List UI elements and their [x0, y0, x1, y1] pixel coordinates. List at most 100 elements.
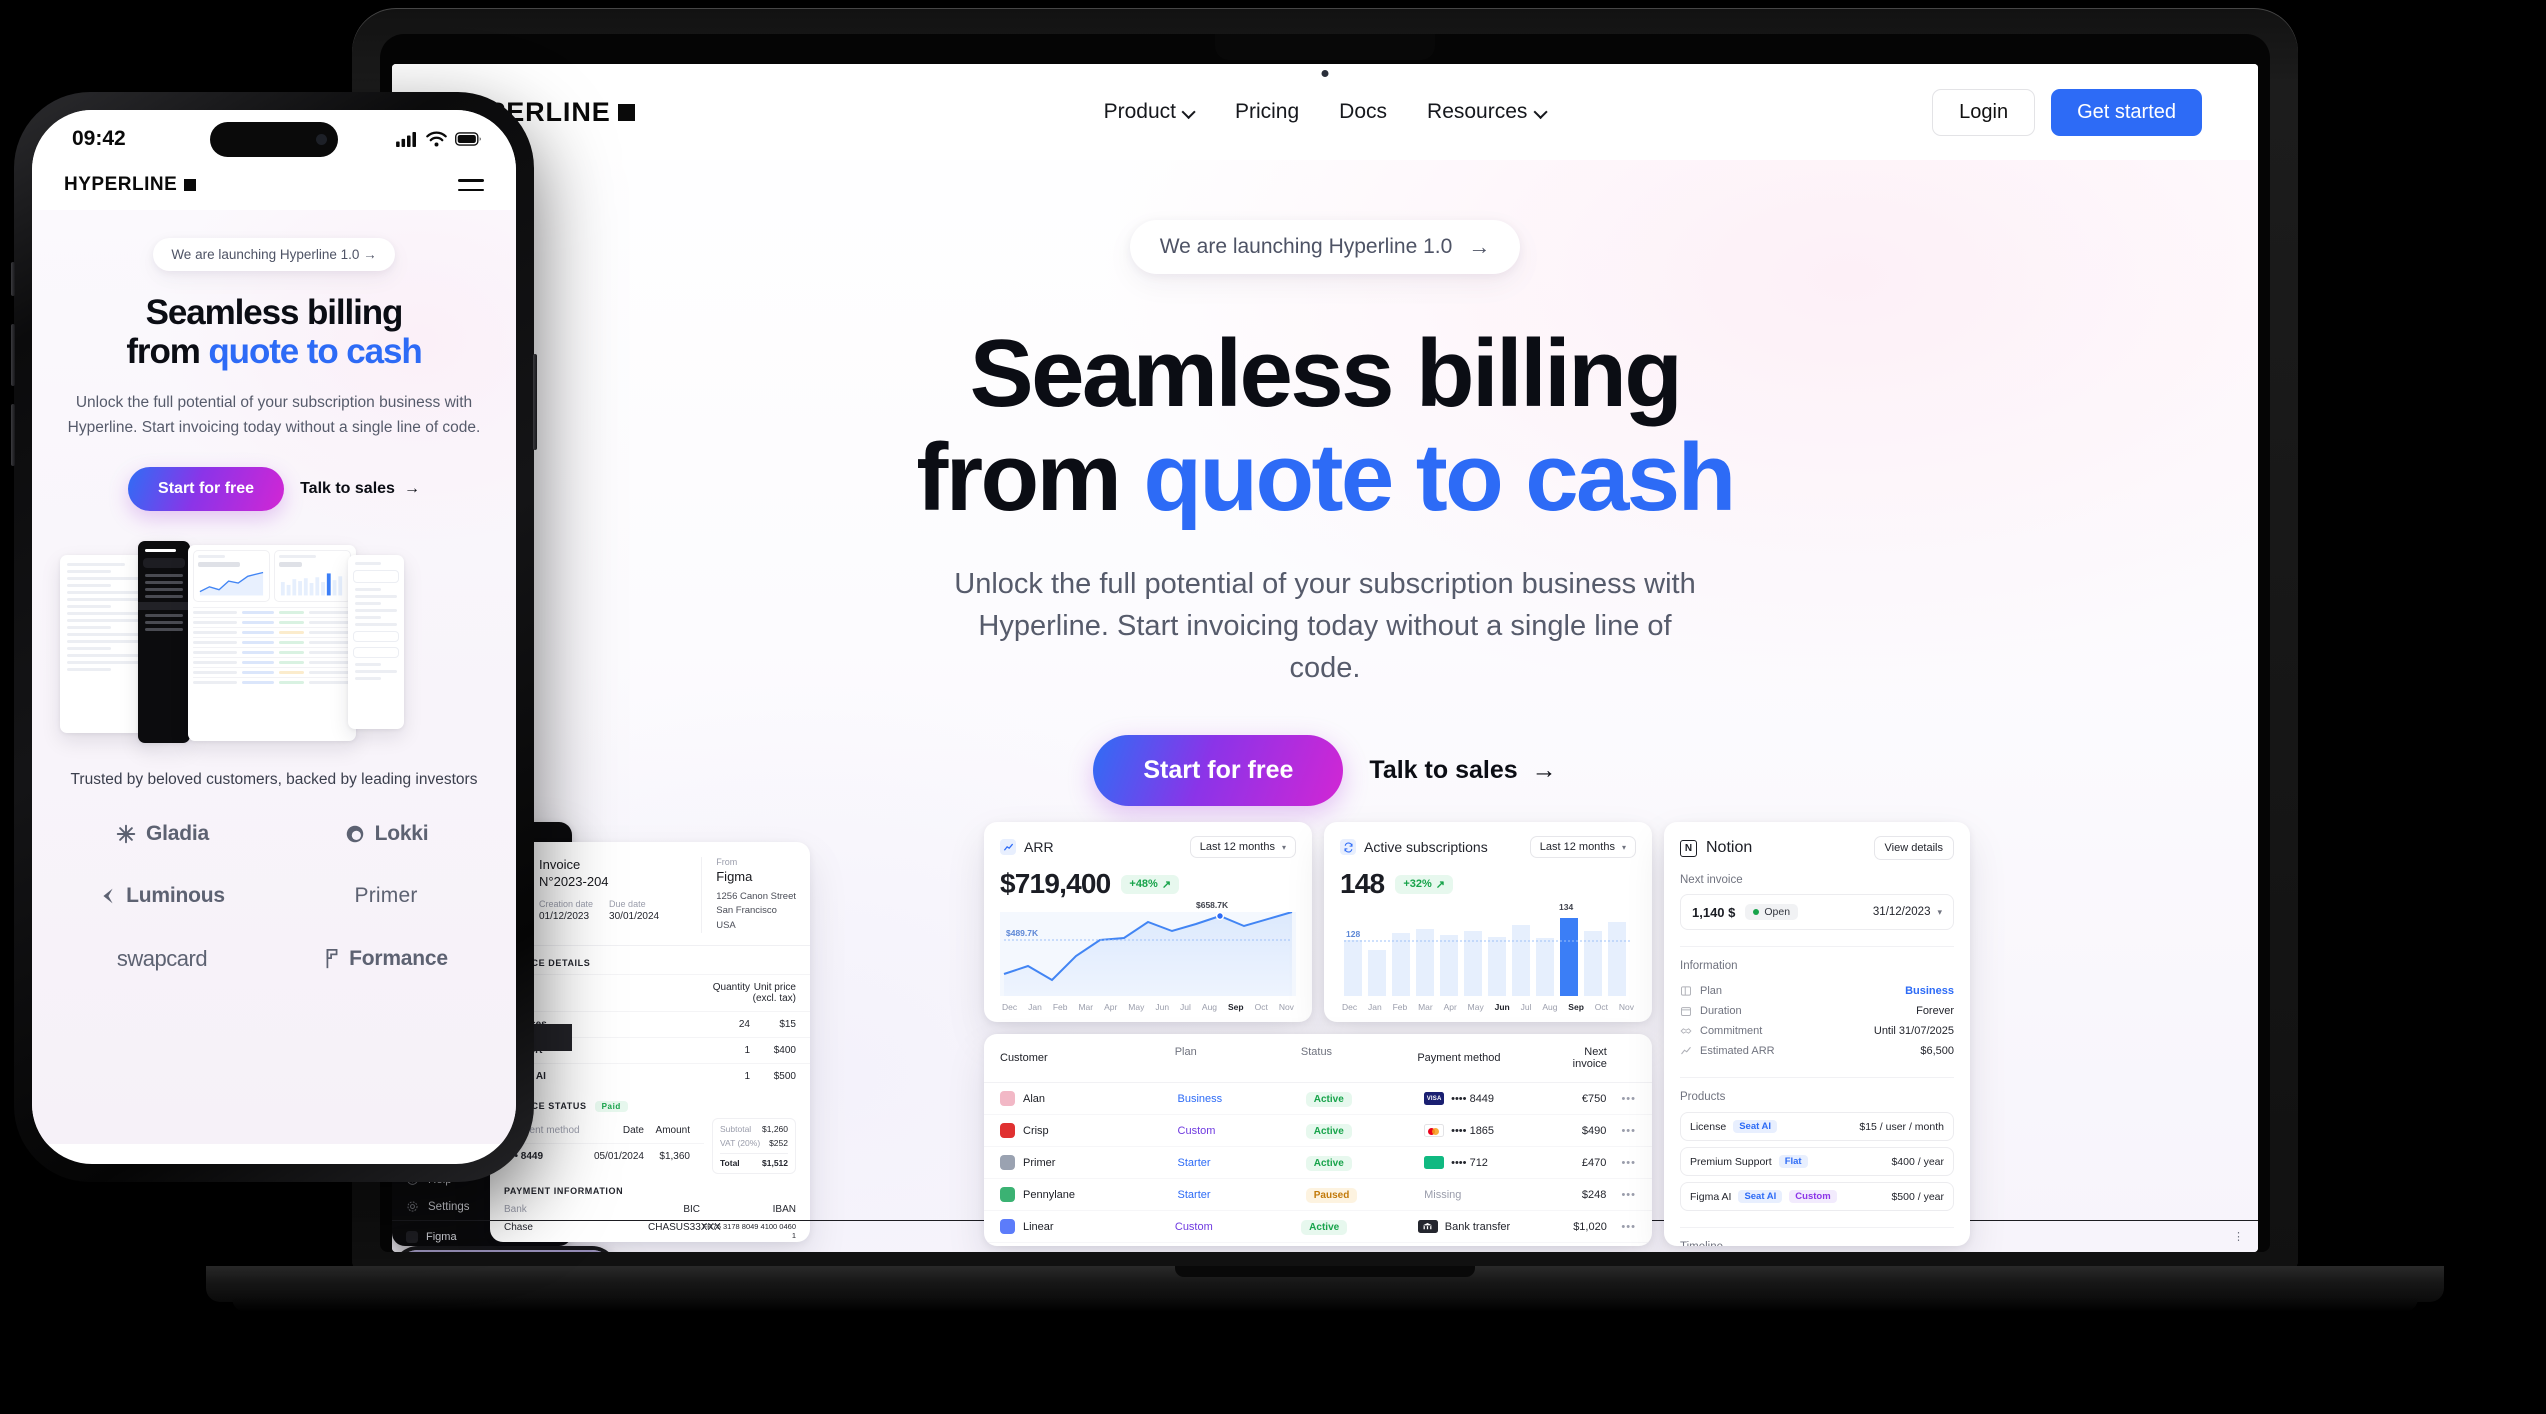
item-price: $500 — [773, 1070, 796, 1082]
talk-to-sales-button[interactable]: Talk to sales → — [1369, 756, 1556, 785]
axis-tick-bold: Jun — [1494, 1002, 1510, 1012]
arrow-right-icon: → — [1531, 756, 1557, 785]
sidebar-item-settings[interactable]: Settings — [392, 1193, 2258, 1220]
visa-icon: VISA — [1424, 1092, 1445, 1105]
login-button[interactable]: Login — [1932, 88, 2036, 136]
iphone-status-bar: 09:42 — [32, 110, 516, 168]
from-name: Figma — [716, 869, 753, 884]
nav-item-resources[interactable]: Resources — [1427, 100, 1546, 124]
announcement-pill-mobile[interactable]: We are launching Hyperline 1.0 → — [153, 238, 395, 271]
due-date-label: Due date — [609, 898, 646, 909]
next-invoice-row[interactable]: 1,140 $ Open 31/12/2023 ▾ — [1680, 894, 1954, 930]
axis-tick: May — [1128, 1002, 1145, 1012]
status-icons — [396, 131, 482, 147]
table-row[interactable]: Pennylane Starter Paused Missing $248 ••• — [984, 1179, 1652, 1211]
cell-plan: Starter — [1177, 1156, 1211, 1169]
hero-title-accent: quote to cash — [1143, 423, 1736, 531]
start-for-free-button-mobile[interactable]: Start for free — [128, 466, 285, 511]
layout-icon — [1681, 986, 1691, 996]
row-menu-button[interactable]: ••• — [1607, 1221, 1636, 1233]
trend-up-icon: ↗ — [1435, 878, 1445, 891]
mobile-checkout-screen: Subscribe to Figma Subscription Licenses… — [396, 1250, 614, 1252]
product-tag: Seat AI — [1738, 1190, 1783, 1203]
invoice-status-label: Open — [1764, 906, 1791, 918]
laptop-notch — [1215, 34, 1435, 60]
status-badge: Active — [1305, 1091, 1352, 1107]
start-for-free-button[interactable]: Start for free — [1093, 735, 1344, 807]
talk-to-sales-button-mobile[interactable]: Talk to sales → — [300, 480, 420, 498]
arrow-right-icon: → — [403, 479, 420, 497]
table-row[interactable]: MarbleBusinessActiveVISA•••• 747€320••• — [984, 1243, 1652, 1246]
sidebar-user[interactable]: Figma ⋮ — [392, 1220, 2258, 1252]
nav-actions: Login Get started — [1932, 88, 2202, 136]
mute-switch[interactable] — [11, 262, 15, 296]
handshake-icon — [1680, 1028, 1692, 1034]
gear-icon — [407, 1201, 418, 1212]
hamburger-menu-icon[interactable] — [458, 179, 484, 191]
cell-status: Paused — [1305, 1187, 1424, 1203]
iphone-mockup: 09:42 HYPERLINE We are launching Hyperli… — [11, 92, 537, 1182]
cell-customer: Pennylane — [1000, 1187, 1178, 1202]
axis-tick: Oct — [1594, 1002, 1608, 1012]
product-tag: Flat — [1778, 1155, 1808, 1168]
cell-payment-method: Bank transfer — [1417, 1220, 1573, 1233]
active-subscriptions-card: Active subscriptions Last 12 months ▾ 14… — [1324, 822, 1652, 1022]
get-started-button[interactable]: Get started — [2051, 88, 2202, 136]
table-row[interactable]: Alan Business Active VISA •••• 8449 €750 ••• — [984, 1083, 1652, 1115]
nav-item-docs[interactable]: Docs — [1339, 100, 1387, 124]
trust-text: Trusted by beloved customers, backed by … — [70, 770, 478, 788]
chevron-down-icon: ▾ — [1281, 842, 1286, 852]
iphone-page-body: We are launching Hyperline 1.0 → Seamles… — [32, 210, 516, 1144]
hero-title-mobile: Seamless billing from quote to cash — [50, 293, 498, 371]
chart-icon — [1681, 1046, 1691, 1055]
table-row[interactable]: Linear Custom Active Bank transfer $1,020 ••• — [984, 1211, 1652, 1243]
view-details-button[interactable]: View details — [1873, 836, 1954, 860]
luminous-chevron-icon — [103, 888, 113, 904]
status-badge: Paused — [1305, 1187, 1358, 1203]
logo-label: Primer — [354, 883, 418, 907]
next-invoice-amount: 1,140 $ — [1692, 904, 1736, 920]
row-menu-button[interactable]: ••• — [1606, 1093, 1636, 1105]
site-logo-mobile[interactable]: HYPERLINE — [64, 174, 197, 196]
nav-item-pricing[interactable]: Pricing — [1235, 100, 1299, 124]
subs-annotation-label: 134 — [1559, 902, 1574, 912]
axis-tick: Jun — [1155, 1002, 1170, 1012]
info-row-estimated-arr: Estimated ARR $6,500 — [1680, 1041, 1954, 1061]
info-row-duration: Duration Forever — [1680, 1001, 1954, 1021]
payment-text: •••• 712 — [1451, 1156, 1488, 1169]
info-value: $6,500 — [1920, 1045, 1954, 1057]
nav-item-product[interactable]: Product — [1104, 100, 1195, 124]
announcement-pill[interactable]: We are launching Hyperline 1.0 → — [1129, 220, 1521, 274]
row-menu-button[interactable]: ••• — [1606, 1157, 1636, 1169]
info-value: Until 31/07/2025 — [1873, 1025, 1954, 1037]
volume-down-button[interactable] — [11, 404, 15, 466]
nav-label: Resources — [1427, 100, 1528, 123]
cell-payment-method: Missing — [1424, 1189, 1582, 1201]
table-row[interactable]: Primer Starter Active •••• 712 £470 ••• — [984, 1147, 1652, 1179]
cell-next-invoice: $1,020 — [1573, 1220, 1607, 1233]
th-payment-method: Payment method — [1417, 1052, 1501, 1064]
arr-range-select[interactable]: Last 12 months ▾ — [1189, 836, 1296, 858]
due-date-value: 30/01/2024 — [609, 910, 660, 922]
volume-up-button[interactable] — [11, 324, 15, 386]
axis-tick-active: Sep — [1568, 1002, 1584, 1012]
row-menu-button[interactable]: ••• — [1606, 1125, 1636, 1137]
logo-label: Gladia — [146, 821, 209, 845]
customer-logos: Gladia Lokki Luminous Primer swapcard Fo… — [50, 822, 498, 972]
chevron-down-icon[interactable]: ▾ — [1937, 907, 1942, 918]
row-menu-button[interactable]: ••• — [1606, 1189, 1636, 1201]
hero-cta-group-mobile: Start for free Talk to sales → — [50, 466, 498, 511]
axis-tick: Oct — [1254, 1002, 1268, 1012]
mini-detail-card — [348, 554, 404, 729]
power-button[interactable] — [533, 354, 537, 450]
notion-title: Notion — [1706, 839, 1753, 856]
cell-status: Active — [1301, 1219, 1418, 1235]
table-row[interactable]: Crisp Custom Active •••• 1865 $490 ••• — [984, 1115, 1652, 1147]
cellular-icon — [396, 131, 416, 147]
cell-plan: Starter — [1177, 1188, 1211, 1201]
arr-title: ARR — [1024, 839, 1054, 855]
logo-primer: Primer — [354, 884, 417, 908]
cell-customer: Linear — [1000, 1219, 1175, 1234]
axis-tick: Aug — [1542, 1002, 1558, 1012]
subs-range-select[interactable]: Last 12 months ▾ — [1529, 836, 1636, 858]
